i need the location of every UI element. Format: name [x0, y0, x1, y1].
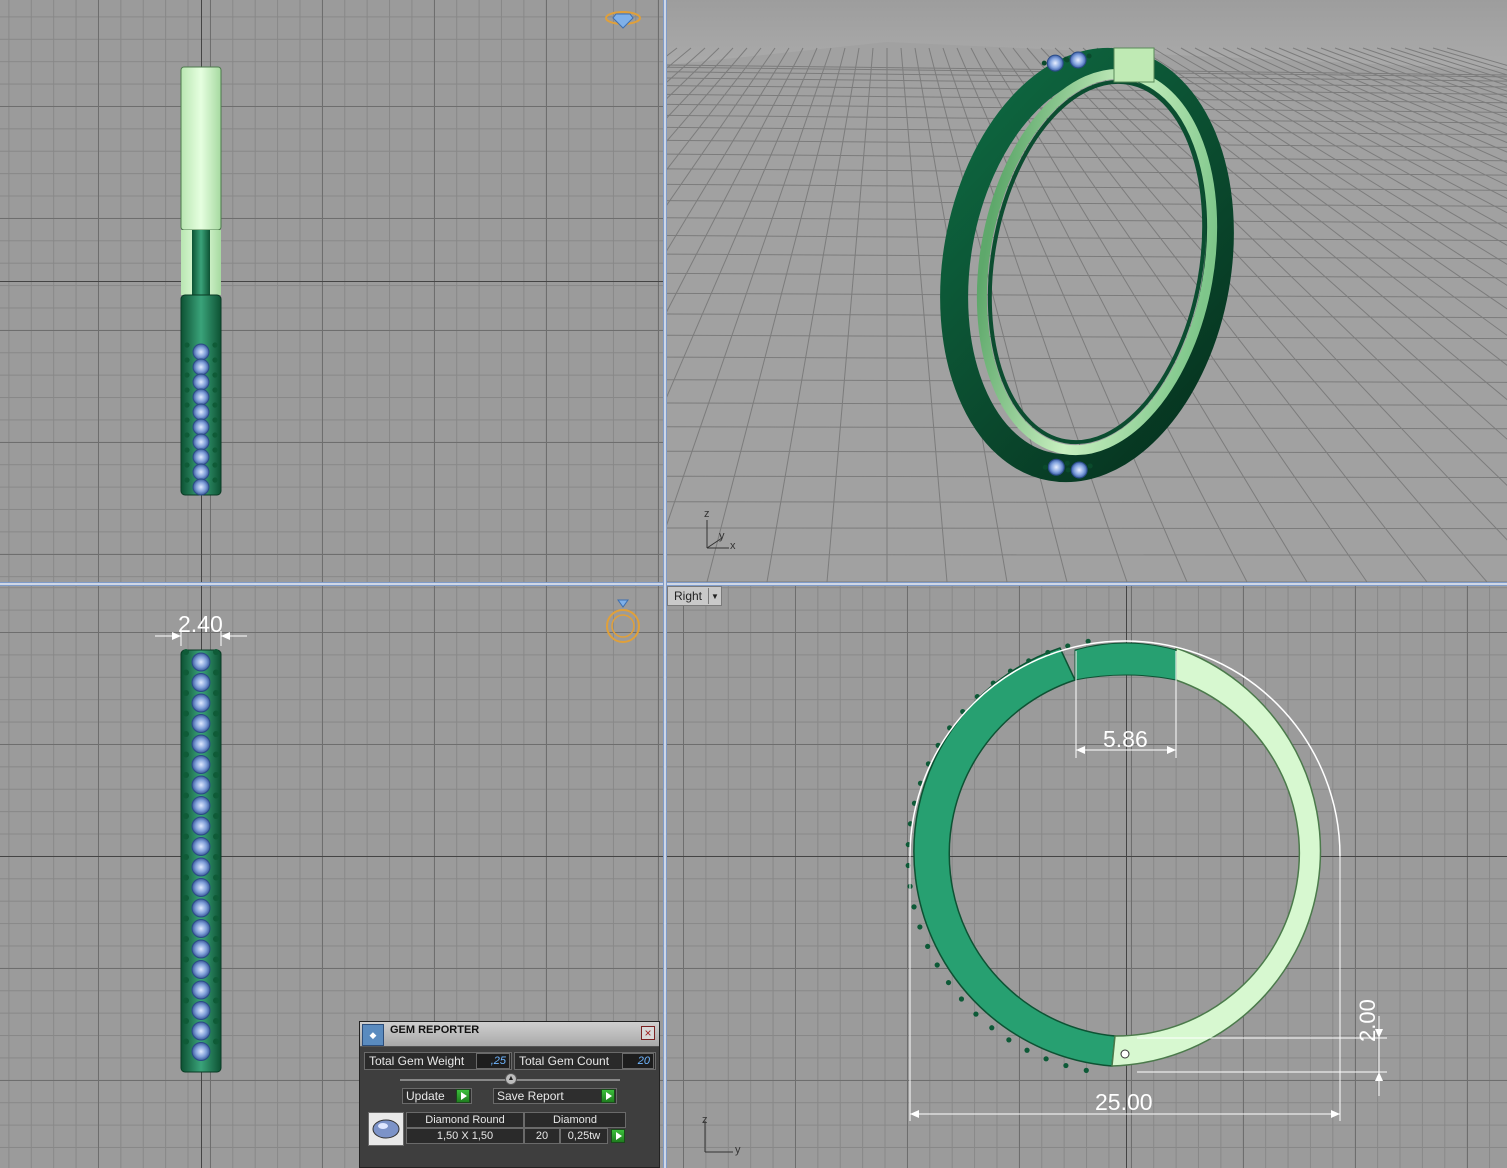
axis-label-y: y	[719, 530, 725, 542]
orientation-gizmo-icon[interactable]	[0, 0, 663, 582]
dimension-diameter-label: 25.00	[1095, 1089, 1153, 1115]
gem-thumbnail-icon	[368, 1112, 404, 1146]
dimension-gap-label: 5.86	[1103, 726, 1148, 752]
axis-label-z: z	[704, 508, 710, 520]
gem-reporter-panel[interactable]: ◆ GEM REPORTER × Total Gem Weight ,25 To…	[359, 1021, 660, 1168]
axis-label-z: z	[702, 1114, 708, 1126]
perspective-viewport[interactable]: z y x	[667, 0, 1507, 582]
gem-stone	[1069, 51, 1087, 69]
viewport-separator-horizontal[interactable]	[0, 582, 1507, 586]
gem-stone	[1047, 458, 1065, 476]
total-gem-count-value: 20	[622, 1053, 654, 1069]
gem-reporter-icon: ◆	[362, 1024, 384, 1046]
right-viewport[interactable]: Right ▼ 5.86 25.00 2.00 z y	[667, 586, 1507, 1168]
panel-slider-knob[interactable]: ▲	[505, 1073, 517, 1085]
gem-material-cell: Diamond	[524, 1112, 626, 1128]
update-play-icon[interactable]	[456, 1089, 470, 1103]
axis-label-x: x	[730, 540, 736, 552]
gem-count-cell: 20	[524, 1128, 560, 1144]
total-gem-weight-value: ,25	[476, 1053, 510, 1069]
save-report-label: Save Report	[497, 1089, 564, 1103]
total-gem-weight-label: Total Gem Weight	[369, 1054, 465, 1068]
gem-table: Diamond Round Diamond 1,50 X 1,50 20 0,2…	[368, 1112, 630, 1148]
gem-row-play-icon[interactable]	[611, 1129, 625, 1143]
close-icon[interactable]: ×	[641, 1026, 655, 1040]
gem-size-cell: 1,50 X 1,50	[406, 1128, 524, 1144]
gem-shape-cell: Diamond Round	[406, 1112, 524, 1128]
perspective-view-model	[667, 42, 1507, 582]
gem-stone	[1070, 461, 1088, 479]
save-report-play-icon[interactable]	[601, 1089, 615, 1103]
front-viewport[interactable]	[0, 0, 663, 582]
total-gem-count-label: Total Gem Count	[519, 1054, 610, 1068]
save-report-button[interactable]: Save Report	[493, 1088, 617, 1104]
dimension-height-label: 2.00	[1355, 999, 1380, 1042]
update-button-label: Update	[406, 1089, 445, 1103]
right-view-model	[704, 638, 1387, 1153]
gem-reporter-title: GEM REPORTER	[390, 1024, 480, 1036]
gem-stone	[1046, 54, 1064, 72]
gem-weight-cell: 0,25tw	[560, 1128, 608, 1144]
axis-label-y: y	[735, 1144, 741, 1156]
axis-triad-icon	[704, 1121, 733, 1153]
viewport-separator-vertical[interactable]	[663, 0, 667, 1168]
gem-reporter-titlebar[interactable]: ◆ GEM REPORTER ×	[360, 1022, 659, 1047]
